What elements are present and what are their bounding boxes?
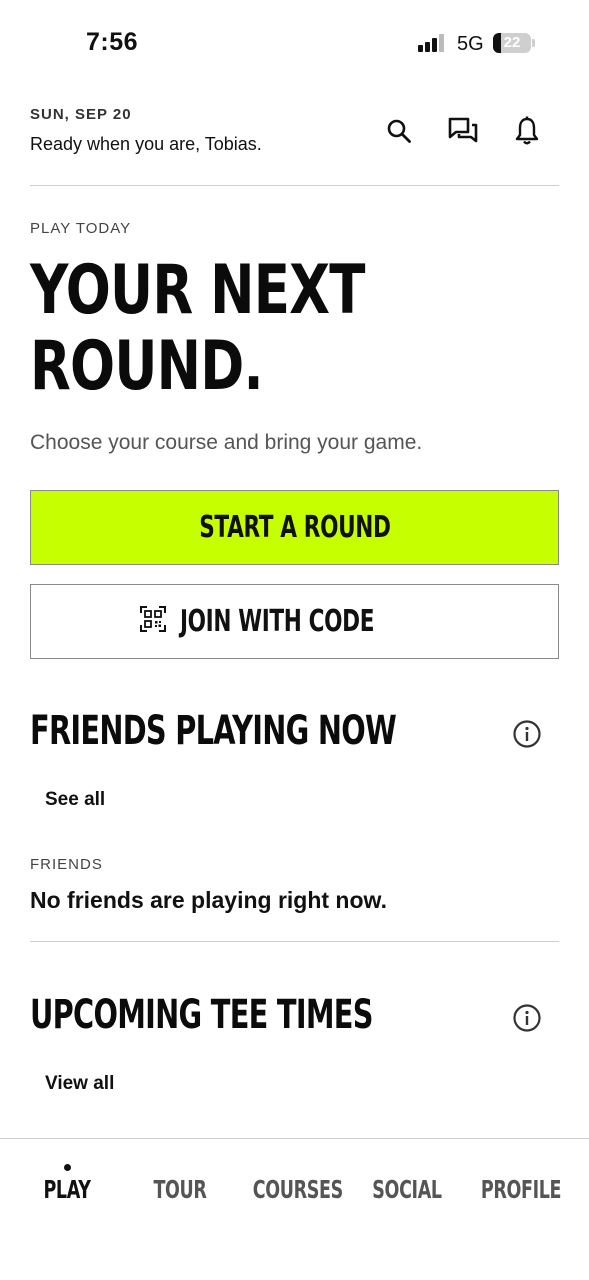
- signal-icon: [418, 34, 446, 52]
- view-all-link[interactable]: View all: [45, 1073, 114, 1095]
- hero-title-line-2: ROUND.: [30, 327, 264, 406]
- join-with-code-label: JOIN WITH CODE: [179, 604, 374, 639]
- tab-tour[interactable]: TOUR: [121, 1139, 239, 1239]
- hero-subtitle: Choose your course and bring your game.: [30, 431, 423, 454]
- active-tab-indicator: [64, 1164, 71, 1171]
- info-icon[interactable]: [512, 719, 542, 749]
- eyebrow-label: PLAY TODAY: [30, 220, 132, 237]
- section-divider: [30, 941, 559, 942]
- battery-level: 22: [503, 34, 521, 51]
- network-label: 5G: [457, 33, 484, 55]
- tab-label: PLAY: [43, 1175, 91, 1204]
- battery-icon: 22: [493, 33, 531, 53]
- tab-label: COURSES: [252, 1175, 343, 1204]
- tab-courses[interactable]: COURSES: [235, 1139, 353, 1239]
- tab-label: TOUR: [153, 1175, 207, 1204]
- tab-label: SOCIAL: [372, 1175, 442, 1204]
- start-round-label: START A ROUND: [198, 510, 391, 545]
- join-with-code-button[interactable]: JOIN WITH CODE: [30, 584, 559, 659]
- see-all-link[interactable]: See all: [45, 789, 105, 811]
- header-greeting: Ready when you are, Tobias.: [30, 134, 262, 154]
- search-icon[interactable]: [382, 114, 416, 148]
- status-bar: 7:56 5G 22: [0, 0, 589, 88]
- tab-bar: PLAY TOUR COURSES SOCIAL PROFILE: [0, 1138, 589, 1280]
- friends-section-title: FRIENDS PLAYING NOW: [30, 708, 397, 754]
- info-icon[interactable]: [512, 1003, 542, 1033]
- friends-label: FRIENDS: [30, 856, 103, 873]
- header-date: SUN, SEP 20: [30, 106, 132, 123]
- header: SUN, SEP 20 Ready when you are, Tobias.: [30, 100, 559, 186]
- tab-label: PROFILE: [480, 1175, 562, 1204]
- status-time: 7:56: [86, 28, 139, 56]
- tee-times-section-title: UPCOMING TEE TIMES: [30, 992, 373, 1038]
- hero-title-line-1: YOUR NEXT: [30, 251, 365, 330]
- bell-icon[interactable]: [510, 114, 544, 148]
- start-round-button[interactable]: START A ROUND: [30, 490, 559, 565]
- tab-social[interactable]: SOCIAL: [348, 1139, 466, 1239]
- friends-empty-message: No friends are playing right now.: [30, 887, 387, 913]
- battery-nub: [532, 39, 535, 47]
- tab-profile[interactable]: PROFILE: [462, 1139, 580, 1239]
- chat-icon[interactable]: [446, 114, 480, 148]
- tab-play[interactable]: PLAY: [8, 1139, 126, 1239]
- qr-code-icon: [139, 606, 166, 637]
- hero-title: YOUR NEXT ROUND.: [30, 253, 443, 405]
